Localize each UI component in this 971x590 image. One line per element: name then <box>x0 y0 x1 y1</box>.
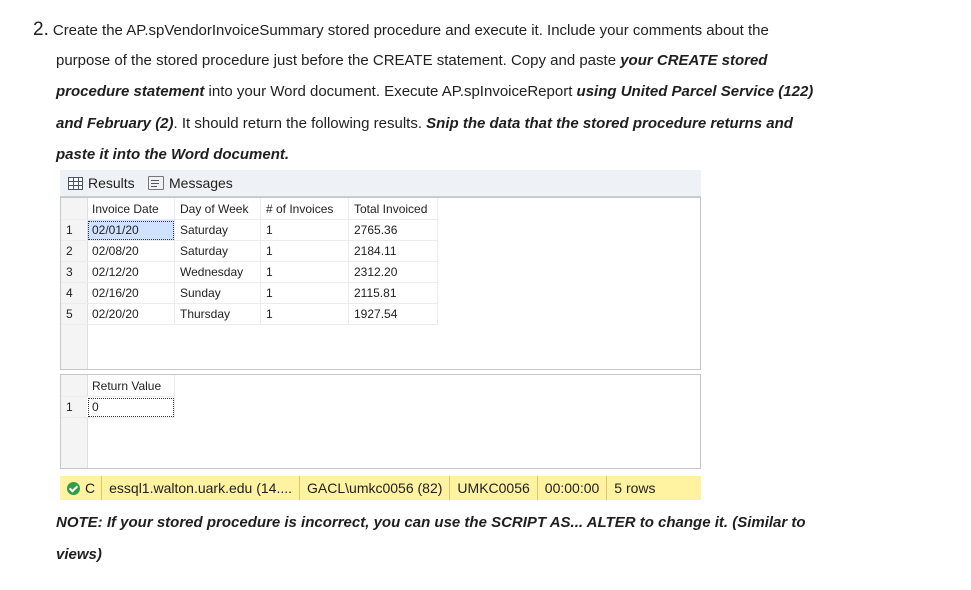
table-row[interactable]: 3 02/12/20 Wednesday 1 2312.20 <box>61 261 438 283</box>
cell-day-of-week[interactable]: Thursday <box>174 303 261 325</box>
tab-results-label: Results <box>88 175 135 191</box>
header-row: Return Value <box>61 375 175 397</box>
cell-total-invoiced[interactable]: 1927.54 <box>348 303 438 325</box>
header-row: Invoice Date Day of Week # of Invoices T… <box>61 198 438 220</box>
corner-cell <box>61 375 87 397</box>
cell-total-invoiced[interactable]: 2312.20 <box>348 261 438 283</box>
status-bar: C essql1.walton.uark.edu (14.... GACL\um… <box>60 476 701 500</box>
cell-total-invoiced[interactable]: 2184.11 <box>348 240 438 262</box>
row-number: 5 <box>61 303 87 325</box>
instruction-emphasis: using United Parcel Service (122) <box>576 83 814 100</box>
table-row[interactable]: 1 02/01/20 Saturday 1 2765.36 <box>61 219 438 241</box>
table-row[interactable]: 1 0 <box>61 396 175 418</box>
connection-state: C <box>85 480 96 496</box>
cell-day-of-week[interactable]: Saturday <box>174 240 261 262</box>
results-grid[interactable]: Invoice Date Day of Week # of Invoices T… <box>61 198 438 325</box>
column-header[interactable]: Return Value <box>87 375 175 397</box>
cell-invoice-count[interactable]: 1 <box>260 282 349 304</box>
row-number: 1 <box>61 396 87 418</box>
cell-invoice-date[interactable]: 02/01/20 <box>87 219 175 241</box>
status-user: GACL\umkc0056 (82) <box>299 476 449 500</box>
cell-invoice-date[interactable]: 02/12/20 <box>87 261 175 283</box>
table-row[interactable]: 2 02/08/20 Saturday 1 2184.11 <box>61 240 438 262</box>
cell-invoice-date[interactable]: 02/08/20 <box>87 240 175 262</box>
cell-return-value[interactable]: 0 <box>87 396 175 418</box>
note-line-2: views) <box>56 546 102 563</box>
status-database: UMKC0056 <box>449 476 536 500</box>
column-header[interactable]: Invoice Date <box>87 198 175 220</box>
question-number: 2. <box>33 19 49 40</box>
row-number: 1 <box>61 219 87 241</box>
status-rows: 5 rows <box>606 476 662 500</box>
instruction-line-2: purpose of the stored procedure just bef… <box>56 51 767 71</box>
ssms-results-panel: Results Messages Invoice Date Day of Wee… <box>60 170 701 500</box>
corner-cell <box>61 198 87 220</box>
grid-icon <box>68 176 83 190</box>
column-header[interactable]: Total Invoiced <box>348 198 438 220</box>
cell-invoice-date[interactable]: 02/16/20 <box>87 282 175 304</box>
cell-invoice-count[interactable]: 1 <box>260 303 349 325</box>
instruction-emphasis: and February (2) <box>56 115 174 132</box>
instruction-text: into your Word document. Execute AP.spIn… <box>204 83 577 100</box>
return-value-pane[interactable]: Return Value 1 0 <box>60 374 701 469</box>
instruction-text: . It should return the following results… <box>173 115 427 132</box>
cell-total-invoiced[interactable]: 2115.81 <box>348 282 438 304</box>
table-row[interactable]: 5 02/20/20 Thursday 1 1927.54 <box>61 303 438 325</box>
note-line-1: NOTE: If your stored procedure is incorr… <box>56 514 806 531</box>
cell-day-of-week[interactable]: Sunday <box>174 282 261 304</box>
cell-invoice-count[interactable]: 1 <box>260 261 349 283</box>
results-tab-strip: Results Messages <box>60 170 701 197</box>
status-elapsed: 00:00:00 <box>536 476 607 500</box>
table-row[interactable]: 4 02/16/20 Sunday 1 2115.81 <box>61 282 438 304</box>
cell-invoice-date[interactable]: 02/20/20 <box>87 303 175 325</box>
column-header[interactable]: # of Invoices <box>260 198 349 220</box>
instruction-text: purpose of the stored procedure just bef… <box>56 52 621 69</box>
instruction-line-4: and February (2). It should return the f… <box>56 114 793 134</box>
cell-day-of-week[interactable]: Wednesday <box>174 261 261 283</box>
cell-invoice-count[interactable]: 1 <box>260 240 349 262</box>
instruction-line-1: 2. Create the AP.spVendorInvoiceSummary s… <box>33 20 769 41</box>
cell-total-invoiced[interactable]: 2765.36 <box>348 219 438 241</box>
results-grid-pane[interactable]: Invoice Date Day of Week # of Invoices T… <box>60 197 701 370</box>
cell-invoice-count[interactable]: 1 <box>260 219 349 241</box>
instruction-emphasis: your CREATE stored <box>620 52 768 69</box>
row-number: 3 <box>61 261 87 283</box>
row-number: 4 <box>61 282 87 304</box>
instruction-emphasis: Snip the data that the stored procedure … <box>426 115 793 132</box>
column-header[interactable]: Day of Week <box>174 198 261 220</box>
instruction-text: Create the AP.spVendorInvoiceSummary sto… <box>52 22 769 39</box>
return-value-grid[interactable]: Return Value 1 0 <box>61 375 175 418</box>
messages-icon <box>148 176 164 190</box>
tab-results[interactable]: Results <box>68 173 135 193</box>
success-check-icon <box>67 481 80 495</box>
cell-day-of-week[interactable]: Saturday <box>174 219 261 241</box>
row-number: 2 <box>61 240 87 262</box>
instruction-line-5: paste it into the Word document. <box>56 146 290 163</box>
instruction-line-3: procedure statement into your Word docum… <box>56 82 813 102</box>
status-server: essql1.walton.uark.edu (14.... <box>101 476 299 500</box>
tab-messages[interactable]: Messages <box>148 173 233 193</box>
tab-messages-label: Messages <box>169 175 233 191</box>
instruction-emphasis: procedure statement <box>56 83 205 100</box>
